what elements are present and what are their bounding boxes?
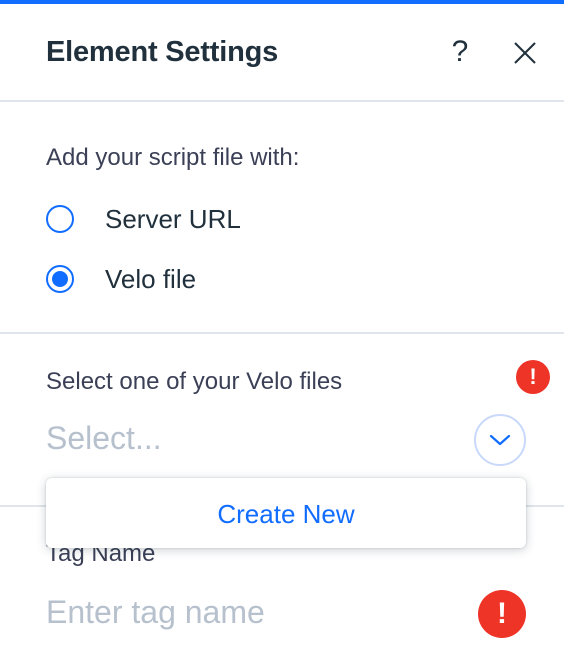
- help-button[interactable]: ?: [447, 34, 473, 70]
- element-settings-panel: Element Settings ? Add your script file …: [0, 0, 564, 656]
- radio-label-velo-file: Velo file: [105, 263, 197, 294]
- radio-option-velo-file[interactable]: Velo file: [46, 262, 196, 296]
- chevron-down-icon: [489, 434, 511, 446]
- velo-file-label: Select one of your Velo files: [46, 368, 343, 395]
- velo-file-select[interactable]: Select...: [46, 420, 162, 457]
- panel-title: Element Settings: [46, 36, 279, 68]
- radio-option-server-url[interactable]: Server URL: [46, 202, 241, 236]
- question-mark-icon: ?: [451, 35, 469, 68]
- radio-button-server-url[interactable]: [46, 205, 74, 233]
- script-source-label: Add your script file with:: [46, 144, 300, 171]
- close-button[interactable]: [510, 38, 540, 68]
- velo-file-dropdown-menu: Create New: [46, 478, 526, 548]
- radio-label-server-url: Server URL: [105, 203, 241, 234]
- tag-name-input[interactable]: Enter tag name: [46, 594, 265, 631]
- velo-file-error-icon: !: [516, 360, 550, 394]
- tag-name-error-icon: !: [478, 590, 526, 638]
- radio-button-velo-file[interactable]: [46, 265, 74, 293]
- close-icon: [514, 42, 536, 64]
- velo-file-dropdown-button[interactable]: [474, 414, 526, 466]
- header-divider: [0, 100, 564, 102]
- create-new-option[interactable]: Create New: [46, 478, 526, 548]
- panel-header: Element Settings ?: [0, 4, 564, 100]
- section-divider: [0, 332, 564, 334]
